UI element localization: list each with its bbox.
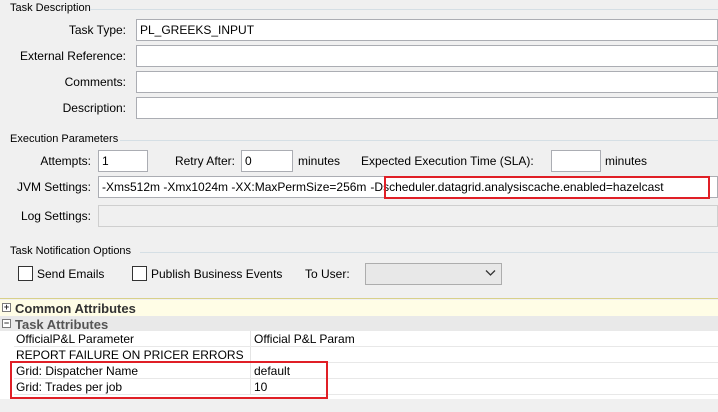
expand-icon[interactable]: + [2, 303, 11, 312]
task-attributes-title: Task Attributes [15, 317, 109, 332]
description-field[interactable] [136, 97, 718, 119]
sla-field[interactable] [551, 150, 601, 172]
publish-events-label[interactable]: Publish Business Events [151, 267, 282, 281]
to-user-label: To User: [305, 267, 350, 281]
retry-after-label: Retry After: [174, 154, 235, 168]
task-type-field[interactable]: PL_GREEKS_INPUT [136, 19, 718, 41]
log-settings-label: Log Settings: [20, 209, 91, 223]
common-attributes-title: Common Attributes [15, 301, 136, 316]
publish-events-checkbox[interactable] [132, 266, 147, 281]
task-description-legend: Task Description [10, 2, 91, 14]
property-divider [250, 331, 251, 347]
attempts-field[interactable]: 1 [98, 150, 148, 172]
task-type-label: Task Type: [68, 23, 126, 37]
execution-parameters-divider [120, 140, 718, 141]
comments-label: Comments: [64, 75, 126, 89]
notification-legend: Task Notification Options [10, 245, 132, 257]
attempts-label: Attempts: [40, 154, 91, 168]
comments-field[interactable] [136, 71, 718, 93]
grid-attributes-highlight [10, 361, 328, 399]
external-reference-field[interactable] [136, 45, 718, 67]
chevron-down-icon [485, 267, 496, 281]
retry-after-unit: minutes [298, 154, 341, 168]
send-emails-label[interactable]: Send Emails [37, 267, 104, 281]
property-key: REPORT FAILURE ON PRICER ERRORS [16, 348, 244, 362]
property-value[interactable]: Official P&L Param [254, 332, 355, 346]
jvm-settings-label: JVM Settings: [16, 180, 91, 194]
sla-unit: minutes [605, 154, 648, 168]
section-band-top-line [0, 298, 718, 299]
log-settings-field [98, 205, 718, 227]
property-key: OfficialP&L Parameter [16, 332, 135, 346]
jvm-settings-base-args: -Xms512m -Xmx1024m -XX:MaxPermSize=256m [102, 180, 367, 194]
sla-label: Expected Execution Time (SLA): [361, 154, 534, 168]
common-attributes-header[interactable]: + Common Attributes [0, 300, 718, 316]
notification-divider [140, 252, 718, 253]
task-attributes-header[interactable]: − Task Attributes [0, 316, 718, 332]
retry-after-field[interactable]: 0 [241, 150, 293, 172]
external-reference-label: External Reference: [19, 49, 126, 63]
task-description-divider [90, 9, 718, 10]
send-emails-checkbox[interactable] [18, 266, 33, 281]
to-user-select[interactable] [365, 263, 502, 285]
description-label: Description: [62, 101, 126, 115]
execution-parameters-legend: Execution Parameters [10, 133, 119, 145]
property-row[interactable]: OfficialP&L Parameter Official P&L Param [14, 331, 718, 347]
collapse-icon[interactable]: − [2, 319, 11, 328]
jvm-hazelcast-highlight [384, 176, 710, 199]
